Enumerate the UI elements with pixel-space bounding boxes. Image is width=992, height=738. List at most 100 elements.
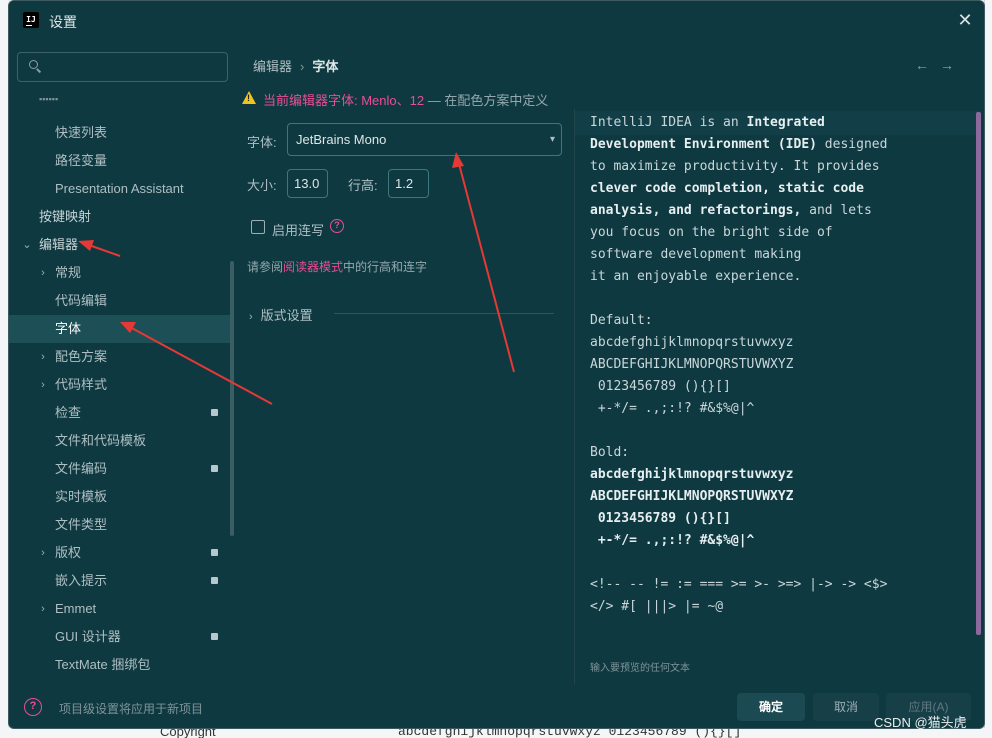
preview-line: to maximize productivity. It provides: [590, 159, 880, 174]
close-icon[interactable]: ✕: [954, 9, 976, 31]
settings-dialog: IJ 设置 ✕ ▪▪▪▪▪▪ 快速列表 路径变量 Presentation As…: [8, 0, 985, 729]
size-field[interactable]: 13.0: [287, 169, 328, 198]
sidebar-item-copyright[interactable]: › 版权: [9, 539, 230, 567]
sidebar-item-label: 实时模板: [55, 489, 108, 504]
search-icon: [28, 59, 42, 73]
preview-line: +-*/= .,;:!? #&$%@|^: [590, 401, 755, 416]
sidebar-item-editor[interactable]: ⌄ 编辑器: [9, 231, 230, 259]
size-label: 大小:: [247, 178, 277, 193]
preview-text[interactable]: IntelliJ IDEA is an Integrated Developme…: [590, 112, 970, 618]
background-code-text: abcdefghijklmnopqrstuvwxyz 0123456789 ()…: [398, 728, 742, 738]
preview-line: you focus on the bright side of: [590, 225, 833, 240]
sidebar-item-file-encodings[interactable]: 文件编码: [9, 455, 230, 483]
warning-highlight[interactable]: 当前编辑器字体: Menlo、12: [263, 93, 424, 108]
preview-bold: Integrated: [746, 115, 825, 130]
breadcrumb-parent[interactable]: 编辑器: [253, 59, 292, 74]
search-input[interactable]: [48, 57, 218, 77]
chevron-right-icon[interactable]: ›: [37, 343, 49, 371]
sidebar-item-label: 文件编码: [55, 461, 108, 476]
line-height-field[interactable]: 1.2: [388, 169, 429, 198]
sidebar-item-label: 文件和代码模板: [55, 433, 147, 448]
chevron-right-icon[interactable]: ›: [37, 595, 49, 623]
line-height-label: 行高:: [348, 178, 378, 193]
chevron-right-icon[interactable]: ›: [37, 371, 49, 399]
back-arrow-icon[interactable]: ←: [915, 58, 929, 72]
sidebar-item-file-templates[interactable]: 文件和代码模板: [9, 427, 230, 455]
background-ide-bottom: Copyright abcdefghijklmnopqrstuvwxyz 012…: [0, 728, 992, 738]
csdn-watermark: CSDN @猫头虎: [874, 715, 967, 730]
sidebar-item-font[interactable]: 字体: [9, 315, 230, 343]
preview-line: it an enjoyable experience.: [590, 269, 802, 284]
sidebar-item-keymap[interactable]: 按键映射: [9, 203, 230, 231]
sidebar-scrollbar[interactable]: [230, 261, 234, 536]
sidebar-item-color-scheme[interactable]: › 配色方案: [9, 343, 230, 371]
warning-rest: — 在配色方案中定义: [424, 93, 549, 108]
sidebar-item-path-variables[interactable]: 路径变量: [9, 147, 230, 175]
preview-line: designed: [816, 137, 888, 152]
sidebar-item-emmet[interactable]: › Emmet: [9, 595, 230, 623]
ligatures-label[interactable]: 启用连写: [272, 220, 324, 239]
ligatures-checkbox[interactable]: [251, 220, 265, 234]
preview-bold: Development Environment (IDE): [590, 137, 817, 152]
chevron-right-icon[interactable]: ›: [37, 539, 49, 567]
settings-sidebar: ▪▪▪▪▪▪ 快速列表 路径变量 Presentation Assistant …: [9, 39, 238, 687]
preview-line: 0123456789 (){}[]: [590, 379, 731, 394]
sidebar-item-label: Emmet: [55, 601, 97, 616]
breadcrumb-separator: ›: [300, 59, 305, 74]
sidebar-item-inlay-hints[interactable]: 嵌入提示: [9, 567, 230, 595]
divider: [334, 313, 554, 314]
sidebar-item-code-style[interactable]: › 代码样式: [9, 371, 230, 399]
sidebar-item-inspections[interactable]: 检查: [9, 399, 230, 427]
forward-arrow-icon[interactable]: →: [940, 58, 954, 72]
preview-bold: abcdefghijklmnopqrstuvwxyz: [590, 467, 794, 482]
background-ide-left: [0, 0, 8, 738]
sidebar-item-label: 编辑器: [39, 237, 79, 252]
chevron-right-icon[interactable]: ›: [37, 259, 49, 287]
sidebar-item-label: GUI 设计器: [55, 629, 121, 644]
preview-line: Bold:: [590, 445, 630, 460]
dialog-footer: ? 项目级设置将应用于新项目 确定 取消 应用(A): [9, 687, 984, 728]
sidebar-item-quick-lists[interactable]: 快速列表: [9, 119, 230, 147]
sidebar-item-label: 嵌入提示: [55, 573, 108, 588]
font-select[interactable]: JetBrains Mono ▾: [287, 123, 562, 156]
sidebar-item-textmate-bundles[interactable]: TextMate 捆绑包: [9, 651, 230, 679]
search-box[interactable]: [17, 52, 228, 82]
chevron-down-icon[interactable]: ⌄: [21, 231, 33, 259]
preview-line: <!-- -- != := === >= >- >=> |-> -> <$>: [590, 577, 888, 592]
footer-note: 项目级设置将应用于新项目: [59, 702, 204, 716]
sidebar-item-general[interactable]: › 常规: [9, 259, 230, 287]
sidebar-item-label: 按键映射: [39, 209, 92, 224]
sidebar-item-code-editing[interactable]: 代码编辑: [9, 287, 230, 315]
sidebar-item-label: 常规: [55, 265, 82, 280]
sidebar-item-label: 配色方案: [55, 349, 108, 364]
typography-settings-toggle[interactable]: › 版式设置: [249, 305, 313, 324]
sidebar-item-file-types[interactable]: 文件类型: [9, 511, 230, 539]
preview-input-hint: 输入要预览的任何文本: [590, 663, 690, 674]
chevron-down-icon: ▾: [549, 134, 555, 145]
sidebar-item-label: 路径变量: [55, 153, 108, 168]
preview-bold: clever code completion, static code: [590, 181, 864, 196]
breadcrumb: 编辑器 › 字体: [253, 56, 338, 75]
sidebar-item-label: 版权: [55, 545, 82, 560]
font-preview[interactable]: IntelliJ IDEA is an Integrated Developme…: [574, 109, 982, 684]
preview-line: abcdefghijklmnopqrstuvwxyz: [590, 335, 794, 350]
sidebar-item-label: 代码样式: [55, 377, 108, 392]
help-icon[interactable]: ?: [24, 698, 42, 716]
ok-button[interactable]: 确定: [737, 693, 805, 721]
cancel-button[interactable]: 取消: [813, 693, 879, 721]
help-icon[interactable]: ?: [330, 219, 344, 233]
project-scope-icon: [211, 549, 218, 556]
sidebar-item-gui-designer[interactable]: GUI 设计器: [9, 623, 230, 651]
sidebar-item-presentation-assistant[interactable]: Presentation Assistant: [9, 175, 230, 203]
sidebar-item-label: 检查: [55, 405, 82, 420]
preview-line: IntelliJ IDEA is an: [590, 115, 747, 130]
sidebar-item-label: 字体: [55, 321, 82, 336]
reader-mode-link[interactable]: 阅读器模式: [283, 260, 343, 274]
sidebar-item-live-templates[interactable]: 实时模板: [9, 483, 230, 511]
preview-line: </> #[ |||> |= ~@: [590, 599, 724, 614]
preview-line: software development making: [590, 247, 802, 262]
breadcrumb-current: 字体: [312, 59, 339, 74]
hint-prefix: 请参阅: [247, 260, 284, 274]
sidebar-item-truncated[interactable]: ▪▪▪▪▪▪: [9, 91, 230, 107]
preview-scrollbar[interactable]: [976, 112, 981, 635]
